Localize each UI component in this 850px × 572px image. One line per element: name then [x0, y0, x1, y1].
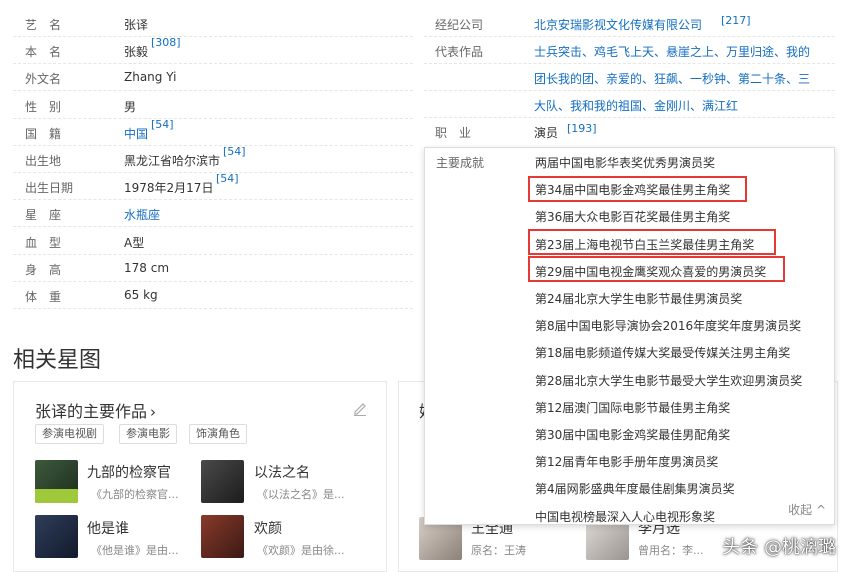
award-item: 第24届北京大学生电影节最佳男演员奖 [535, 292, 743, 306]
info-label: 出生地 [25, 154, 62, 168]
work-poster[interactable] [35, 460, 78, 503]
collapse-button[interactable]: 收起 ^ [788, 501, 826, 518]
info-row-agency: 经纪公司 北京安瑞影视文化传媒有限公司 [217] [424, 10, 835, 37]
reference-link[interactable]: [54] [216, 172, 239, 185]
info-label: 血 型 [25, 235, 62, 250]
reference-link[interactable]: [54] [223, 145, 246, 158]
info-label: 身 高 [25, 262, 62, 277]
award-item: 第30届中国电影金鸡奖最佳男配角奖 [535, 428, 731, 442]
works-card: 张译的主要作品 › 参演电视剧 参演电影 饰演角色 九部的检察官 《九部的检察官.… [13, 381, 387, 572]
work-title[interactable]: 他是谁 [87, 518, 129, 538]
works-line[interactable]: 大队、我和我的祖国、金刚川、满江红 [534, 97, 738, 114]
info-row: 外文名 Zhang Yi [13, 64, 413, 92]
job-value: 演员 [534, 126, 559, 140]
info-value[interactable]: 中国 [124, 125, 148, 142]
award-item: 中国电视榜最深入人心电视形象奖 [535, 509, 716, 524]
info-value: 178 cm [124, 260, 170, 275]
info-row: 体 重 65 kg [13, 282, 413, 309]
info-label: 星 座 [25, 208, 62, 223]
related-section-title: 相关星图 [13, 348, 102, 373]
agency-label: 经纪公司 [435, 18, 484, 32]
work-desc: 《九部的检察官... [91, 488, 179, 501]
award-item: 第4届网影盛典年度最佳剧集男演员奖 [535, 482, 735, 497]
reference-link[interactable]: [54] [151, 118, 174, 131]
award-item: 第12届澳门国际电影节最佳男主角奖 [535, 400, 731, 415]
info-row: 性 别男 [13, 92, 413, 119]
award-item: 第28届北京大学生电影节最受大学生欢迎男演员奖 [535, 373, 803, 388]
highlight-box [528, 256, 785, 282]
info-row: 本 名 张毅 [308] [13, 36, 413, 65]
info-label: 国 籍 [25, 126, 62, 141]
info-value[interactable]: 水瓶座 [124, 206, 160, 223]
achievements-label: 主要成就 [436, 156, 485, 170]
award-item: 第18届电影频道传媒大奖最受传媒关注男主角奖 [535, 346, 791, 361]
info-value: 张译 [124, 18, 149, 32]
info-row-works-1: 代表作品 士兵突击、鸡毛飞上天、悬崖之上、万里归途、我的 [424, 37, 835, 64]
person-sub: 原名：王涛 [471, 544, 526, 557]
info-value: 张毅 [124, 45, 149, 60]
info-row: 出生日期 1978年2月17日 [54] [13, 172, 413, 201]
info-value: 65 kg [124, 288, 158, 302]
reference-wrap: [54] [220, 145, 246, 163]
award-item: 第36届大众电影百花奖最佳男主角奖 [535, 210, 731, 225]
info-label: 性 别 [25, 99, 62, 114]
reference-wrap: [54] [148, 118, 174, 136]
info-value: 黑龙江省哈尔滨市 [124, 154, 221, 168]
chevron-right-icon: › [150, 403, 157, 421]
info-row: 国 籍 中国 [54] [13, 118, 413, 146]
highlight-box [528, 176, 747, 202]
info-label: 外文名 [25, 72, 62, 87]
work-title[interactable]: 以法之名 [254, 462, 310, 482]
person-sub: 曾用名：李... [638, 544, 704, 557]
info-row-works-2: 团长我的团、亲爱的、狂飙、一秒钟、第二十条、三 [424, 64, 835, 91]
info-row-job: 职 业 演员 [193] [424, 118, 835, 145]
works-label: 代表作品 [435, 45, 484, 59]
works-card-title[interactable]: 张译的主要作品 › [35, 398, 156, 422]
works-line[interactable]: 士兵突击、鸡毛飞上天、悬崖之上、万里归途、我的 [534, 43, 810, 60]
work-title[interactable]: 欢颜 [254, 518, 282, 538]
highlight-box [528, 229, 776, 255]
job-ref[interactable]: [193] [567, 122, 597, 135]
reference-wrap: [308] [148, 36, 181, 54]
work-poster[interactable] [201, 460, 244, 503]
reference-wrap: [54] [213, 172, 239, 190]
agency-ref[interactable]: [217] [721, 14, 751, 27]
award-item: 第8届中国电影导演协会2016年度奖年度男演员奖 [535, 319, 802, 334]
work-desc: 《欢颜》是由徐... [257, 544, 345, 557]
work-title[interactable]: 九部的检察官 [87, 462, 171, 482]
info-label: 本 名 [25, 45, 62, 60]
tag-roles[interactable]: 饰演角色 [189, 424, 247, 444]
edit-icon[interactable] [352, 400, 368, 416]
works-card-title-text: 张译的主要作品 [35, 402, 148, 421]
info-row: 艺 名 张译 [13, 10, 413, 37]
info-row: 出生地 黑龙江省哈尔滨市 [54] [13, 145, 413, 173]
info-row: 身 高 178 cm [13, 255, 413, 282]
info-row: 血 型 A型 [13, 228, 413, 255]
achievements-popup: 主要成就 两届中国电影华表奖优秀男演员奖 第34届中国电影金鸡奖最佳男主角奖 第36… [424, 147, 835, 525]
info-label: 体 重 [25, 290, 62, 304]
reference-link[interactable]: [308] [151, 36, 181, 49]
info-value: 男 [124, 99, 137, 114]
info-value: A型 [124, 235, 145, 250]
agency-value[interactable]: 北京安瑞影视文化传媒有限公司 [534, 16, 702, 33]
work-poster[interactable] [201, 515, 244, 558]
work-poster[interactable] [35, 515, 78, 558]
watermark: 头条 @桃漓璐 [722, 537, 836, 558]
tag-tv[interactable]: 参演电视剧 [35, 424, 104, 444]
info-row: 星 座 水瓶座 [13, 200, 413, 228]
info-label: 艺 名 [25, 18, 62, 32]
work-desc: 《他是谁》是由... [91, 544, 179, 557]
info-value: 1978年2月17日 [124, 181, 214, 196]
award-item: 第12届青年电影手册年度男演员奖 [535, 455, 719, 470]
work-desc: 《以法之名》是... [257, 488, 345, 501]
works-line[interactable]: 团长我的团、亲爱的、狂飙、一秒钟、第二十条、三 [534, 70, 810, 87]
job-label: 职 业 [435, 126, 472, 140]
info-label: 出生日期 [25, 181, 74, 196]
info-value: Zhang Yi [124, 70, 177, 85]
tag-film[interactable]: 参演电影 [119, 424, 177, 444]
info-row-works-3: 大队、我和我的祖国、金刚川、满江红 [424, 91, 835, 118]
award-item: 两届中国电影华表奖优秀男演员奖 [535, 156, 716, 170]
